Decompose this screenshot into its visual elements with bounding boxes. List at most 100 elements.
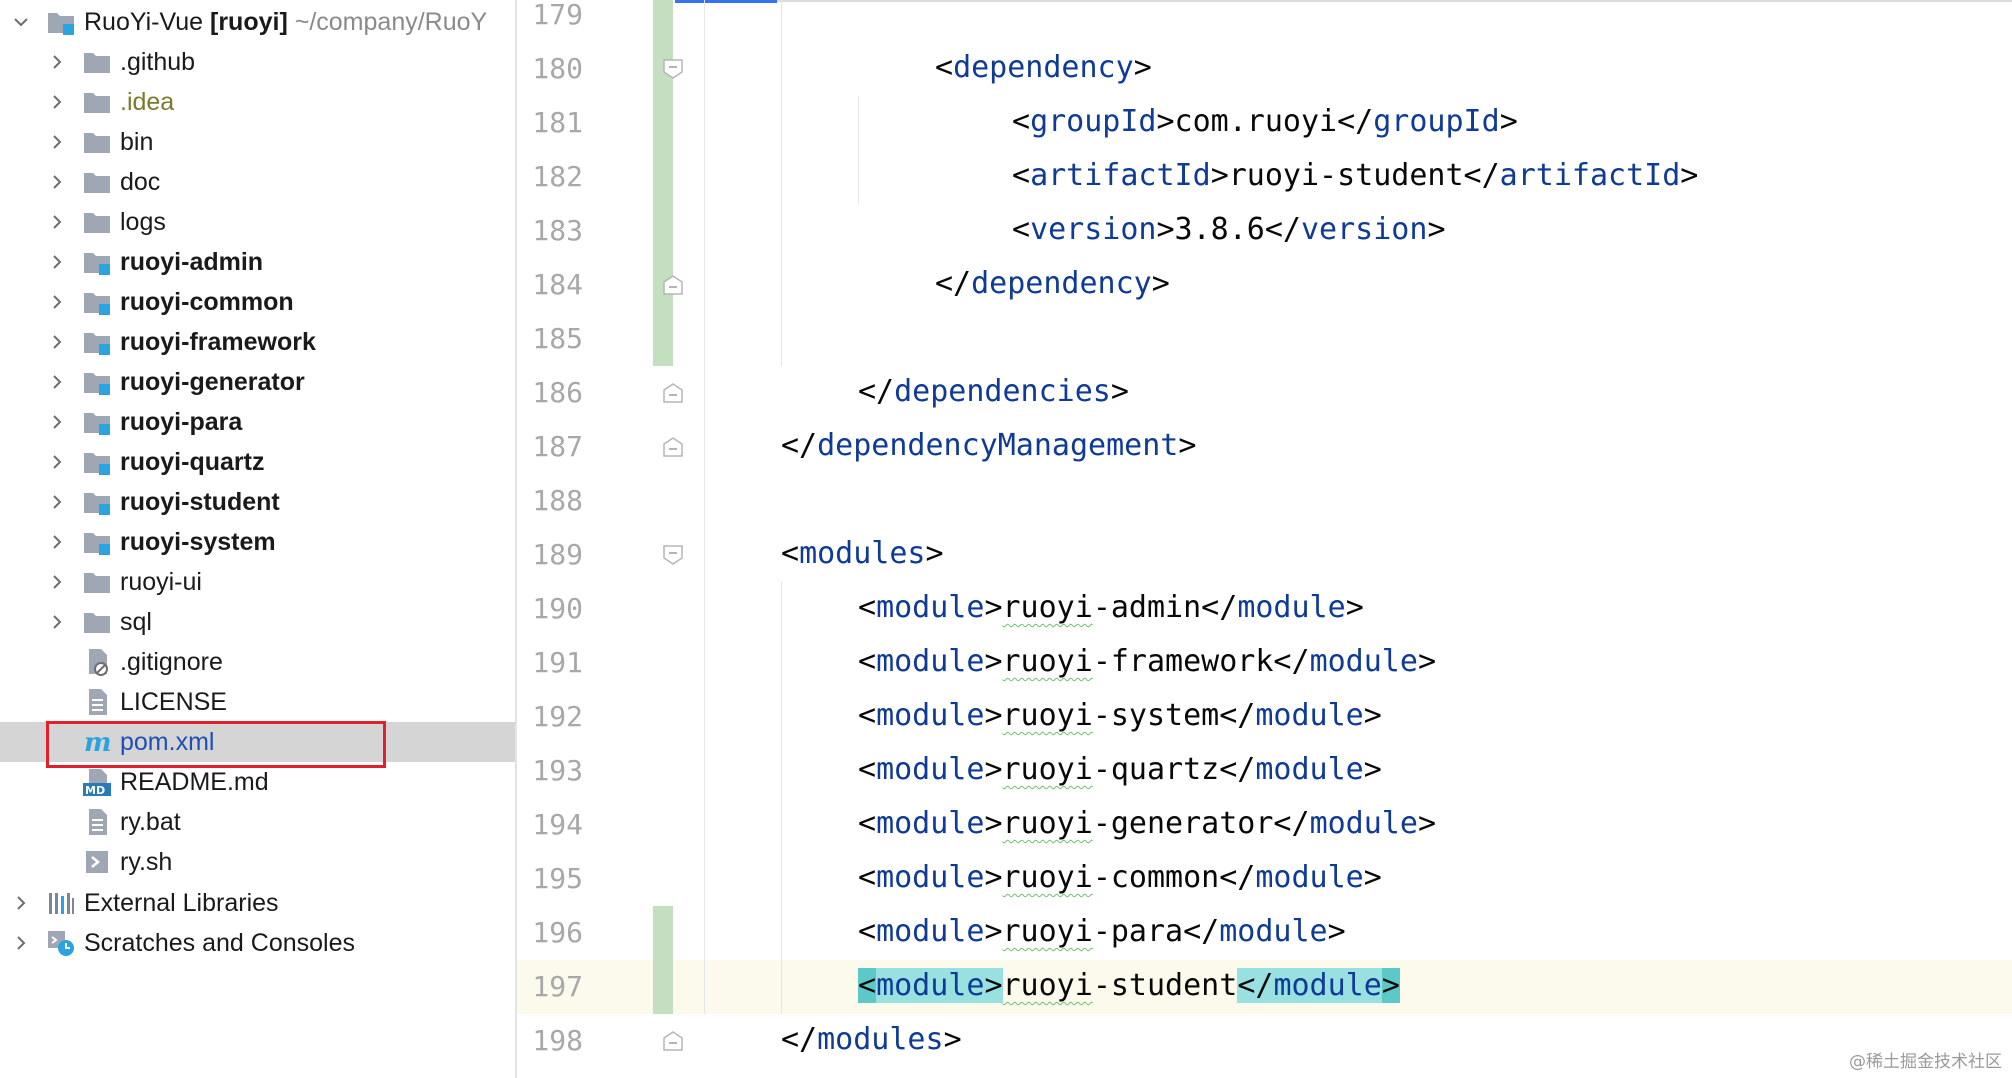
tree-root-row[interactable]: RuoYi-Vue [ruoyi] ~/company/RuoY [0,2,515,42]
tree-item-external-libraries[interactable]: External Libraries [0,883,515,923]
vcs-added-marker[interactable] [653,204,673,258]
tree-item-ruoyi-system[interactable]: ruoyi-system [0,522,515,562]
chevron-right-icon[interactable] [47,332,67,352]
chevron-right-icon[interactable] [47,212,67,232]
chevron-right-icon[interactable] [47,292,67,312]
tree-item-ruoyi-generator[interactable]: ruoyi-generator [0,362,515,402]
fold-open-icon[interactable] [662,58,684,80]
code-line[interactable]: 193 <module>ruoyi-quartz</module> [517,744,2012,798]
code-line[interactable]: 181 <groupId>com.ruoyi</groupId> [517,96,2012,150]
tree-item-ruoyi-ui[interactable]: ruoyi-ui [0,562,515,602]
chevron-right-icon[interactable] [47,372,67,392]
tree-item-ruoyi-student[interactable]: ruoyi-student [0,482,515,522]
line-number: 179 [532,0,583,31]
root-module-name: [ruoyi] [210,7,288,36]
fold-open-icon[interactable] [662,544,684,566]
code-line[interactable]: 185 [517,312,2012,366]
chevron-right-icon[interactable] [47,492,67,512]
code-line[interactable]: 191 <module>ruoyi-framework</module> [517,636,2012,690]
code-text: </dependencyManagement> [781,428,1197,463]
tree-item-gitignore[interactable]: .gitignore [0,642,515,682]
code-line[interactable]: 184 </dependency> [517,258,2012,312]
code-line[interactable]: 180 <dependency> [517,42,2012,96]
vcs-added-marker[interactable] [653,0,673,42]
fold-close-icon[interactable] [662,274,684,296]
tree-item-bin[interactable]: bin [0,122,515,162]
chevron-right-icon[interactable] [47,132,67,152]
fold-close-icon[interactable] [662,1030,684,1052]
fold-close-icon[interactable] [662,382,684,404]
vcs-added-marker[interactable] [653,96,673,150]
vcs-added-marker[interactable] [653,906,673,960]
tree-item-ry-bat[interactable]: ry.bat [0,802,515,842]
chevron-right-icon[interactable] [47,52,67,72]
tree-item-scratches[interactable]: Scratches and Consoles [0,923,515,963]
chevron-right-icon[interactable] [11,893,31,913]
code-text: <artifactId>ruoyi-student</artifactId> [1012,158,1699,193]
vcs-added-marker[interactable] [653,150,673,204]
code-line[interactable]: 192 <module>ruoyi-system</module> [517,690,2012,744]
code-line[interactable]: 195 <module>ruoyi-common</module> [517,852,2012,906]
code-line[interactable]: 186 </dependencies> [517,366,2012,420]
tree-item-readme-md[interactable]: MD README.md [0,762,515,802]
tree-item-ruoyi-framework[interactable]: ruoyi-framework [0,322,515,362]
vcs-added-marker[interactable] [653,960,673,1014]
text-file-icon [82,807,112,837]
line-number: 191 [532,646,583,679]
chevron-down-icon[interactable] [11,12,31,32]
code-line[interactable]: 189 <modules> [517,528,2012,582]
line-number: 185 [532,322,583,355]
tree-item-label: LICENSE [120,687,227,716]
project-tree-panel: RuoYi-Vue [ruoyi] ~/company/RuoY .github… [0,0,515,1078]
code-line[interactable]: 188 [517,474,2012,528]
tree-item-ruoyi-common[interactable]: ruoyi-common [0,282,515,322]
line-number: 181 [532,106,583,139]
code-line[interactable]: 182 <artifactId>ruoyi-student</artifactId… [517,150,2012,204]
chevron-right-icon[interactable] [47,572,67,592]
code-line[interactable]: 187 </dependencyManagement> [517,420,2012,474]
tree-item-pom-xml[interactable]: m pom.xml [0,722,515,762]
code-line[interactable]: 198 </modules> [517,1014,2012,1068]
tree-item-ruoyi-quartz[interactable]: ruoyi-quartz [0,442,515,482]
code-text: <module>ruoyi-framework</module> [858,644,1436,679]
tree-item-ruoyi-admin[interactable]: ruoyi-admin [0,242,515,282]
code-line[interactable]: 179 [517,0,2012,42]
tree-item-ruoyi-para[interactable]: ruoyi-para [0,402,515,442]
vcs-added-marker[interactable] [653,312,673,366]
module-folder-icon [82,367,112,397]
code-line[interactable]: 194 <module>ruoyi-generator</module> [517,798,2012,852]
code-text: <modules> [781,536,944,571]
line-number: 182 [532,160,583,193]
fold-close-icon[interactable] [662,436,684,458]
code-line[interactable]: 196 <module>ruoyi-para</module> [517,906,2012,960]
chevron-right-icon[interactable] [47,452,67,472]
libraries-icon [46,888,76,918]
code-text: </modules> [781,1022,962,1057]
chevron-right-icon[interactable] [47,412,67,432]
chevron-right-icon[interactable] [11,933,31,953]
indent-guide [781,582,782,1014]
code-editor[interactable]: 179 180 <dependency> 181 <groupId>com.ruoyi<… [517,0,2012,1078]
tree-item-license[interactable]: LICENSE [0,682,515,722]
chevron-right-icon[interactable] [47,172,67,192]
chevron-right-icon[interactable] [47,612,67,632]
tree-item-label: sql [120,607,152,636]
tree-item-idea[interactable]: .idea [0,82,515,122]
tree-item-sql[interactable]: sql [0,602,515,642]
tree-item-label: .github [120,47,196,76]
code-line[interactable]: 190 <module>ruoyi-admin</module> [517,582,2012,636]
tree-item-doc[interactable]: doc [0,162,515,202]
chevron-right-icon[interactable] [47,92,67,112]
code-text: <groupId>com.ruoyi</groupId> [1012,104,1518,139]
chevron-right-icon[interactable] [47,252,67,272]
code-line[interactable]: 197 <module>ruoyi-student</module> [517,960,2012,1014]
tree-item-ry-sh[interactable]: ry.sh [0,842,515,882]
code-line[interactable]: 183 <version>3.8.6</version> [517,204,2012,258]
line-number: 186 [532,376,583,409]
folder-icon [82,567,112,597]
tree-item-github[interactable]: .github [0,42,515,82]
indent-guide [704,0,705,1014]
tree-item-label: ry.bat [120,807,181,836]
chevron-right-icon[interactable] [47,532,67,552]
tree-item-logs[interactable]: logs [0,202,515,242]
